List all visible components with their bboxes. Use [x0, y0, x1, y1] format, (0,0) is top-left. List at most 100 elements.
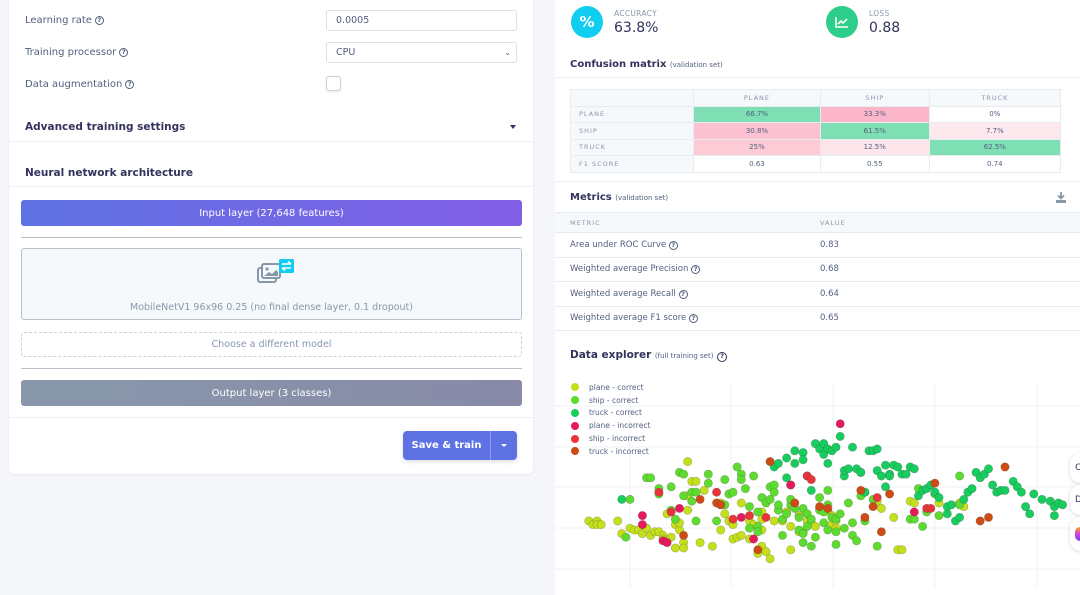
scatter-point[interactable] [728, 514, 738, 524]
scatter-point[interactable] [679, 543, 689, 553]
scatter-point[interactable] [695, 538, 705, 548]
scatter-point[interactable] [745, 502, 755, 512]
scatter-point[interactable] [773, 500, 783, 510]
scatter-point[interactable] [909, 464, 919, 474]
scatter-point[interactable] [786, 521, 796, 531]
scatter-point[interactable] [872, 444, 882, 454]
scatter-point[interactable] [856, 467, 866, 477]
scatter-point[interactable] [617, 494, 627, 504]
scatter-point[interactable] [691, 476, 701, 486]
scatter-point[interactable] [740, 484, 750, 494]
scatter-point[interactable] [679, 469, 689, 479]
scatter-point[interactable] [736, 512, 746, 522]
scatter-point[interactable] [831, 527, 841, 537]
legend-item[interactable]: truck - incorrect [571, 445, 650, 458]
scatter-point[interactable] [646, 473, 656, 483]
model-block[interactable]: MobileNetV1 96x96 0.25 (no final dense l… [21, 248, 522, 320]
legend-item[interactable]: ship - incorrect [571, 432, 650, 445]
scatter-point[interactable] [745, 511, 755, 521]
scatter-point[interactable] [934, 493, 944, 503]
scatter-point[interactable] [654, 487, 664, 497]
scatter-point[interactable] [786, 545, 796, 555]
scatter-point[interactable] [798, 455, 808, 465]
scatter-point[interactable] [769, 516, 779, 526]
training-processor-select[interactable]: CPU ⌄ [326, 42, 517, 63]
scatter-point[interactable] [1025, 509, 1035, 519]
scatter-point[interactable] [736, 530, 746, 540]
scatter-point[interactable] [765, 554, 775, 564]
scatter-point[interactable] [806, 514, 816, 524]
scatter-point[interactable] [761, 512, 771, 522]
scatter-point[interactable] [983, 464, 993, 474]
scatter-point[interactable] [753, 507, 763, 517]
scatter-point[interactable] [876, 527, 886, 537]
advanced-training-settings-toggle[interactable]: Advanced training settings [9, 111, 533, 143]
scatter-point[interactable] [749, 534, 759, 544]
scatter-point[interactable] [835, 509, 845, 519]
scatter-point[interactable] [786, 480, 796, 490]
scatter-point[interactable] [778, 530, 788, 540]
scatter-point[interactable] [831, 442, 841, 452]
data-augmentation-checkbox[interactable] [326, 76, 341, 91]
scatter-point[interactable] [831, 539, 841, 549]
scatter-point[interactable] [1000, 462, 1010, 472]
scatter-point[interactable] [856, 485, 866, 495]
help-icon[interactable]: ? [688, 314, 698, 324]
help-icon[interactable]: ? [119, 47, 129, 57]
scatter-point[interactable] [790, 498, 800, 508]
scatter-point[interactable] [823, 485, 833, 495]
scatter-point[interactable] [662, 538, 672, 548]
scatter-point[interactable] [637, 520, 647, 530]
scatter-point[interactable] [823, 458, 833, 468]
scatter-point[interactable] [666, 482, 676, 492]
scatter-point[interactable] [720, 475, 730, 485]
help-icon[interactable]: ? [717, 351, 728, 362]
scatter-point[interactable] [885, 471, 895, 481]
scatter-point[interactable] [683, 457, 693, 467]
scatter-point[interactable] [975, 516, 985, 526]
help-icon[interactable]: ? [125, 79, 135, 89]
scatter-point[interactable] [835, 419, 845, 429]
scatter-point[interactable] [806, 475, 816, 485]
help-icon[interactable]: ? [668, 240, 678, 250]
save-options-dropdown-button[interactable] [490, 431, 517, 460]
scatter-point[interactable] [839, 523, 849, 533]
scatter-point[interactable] [728, 487, 738, 497]
scatter-point[interactable] [753, 545, 763, 555]
help-icon[interactable]: ? [94, 15, 104, 25]
scatter-point[interactable] [666, 507, 676, 517]
scatter-point[interactable] [876, 503, 886, 513]
scatter-point[interactable] [847, 442, 857, 452]
scatter-point[interactable] [934, 511, 944, 521]
scatter-point[interactable] [691, 516, 701, 526]
scatter-point[interactable] [621, 532, 631, 542]
scatter-point[interactable] [835, 431, 845, 441]
scatter-point[interactable] [889, 512, 899, 522]
help-icon[interactable]: ? [678, 289, 688, 299]
scatter-point[interactable] [712, 487, 722, 497]
scatter-point[interactable] [1016, 487, 1026, 497]
scatter-point[interactable] [847, 518, 857, 528]
scatter-point[interactable] [707, 541, 717, 551]
scatter-point[interactable] [806, 485, 816, 495]
scatter-point[interactable] [872, 493, 882, 503]
scatter-point[interactable] [810, 532, 820, 542]
scatter-point[interactable] [782, 509, 792, 519]
scatter-point[interactable] [852, 536, 862, 546]
scatter-point[interactable] [736, 475, 746, 485]
scatter-point[interactable] [1037, 494, 1047, 504]
choose-different-model-button[interactable]: Choose a different model [21, 332, 522, 357]
scatter-point[interactable] [823, 525, 833, 535]
scatter-point[interactable] [749, 471, 759, 481]
scatter-point[interactable] [695, 494, 705, 504]
scatter-point[interactable] [843, 464, 853, 474]
legend-item[interactable]: plane - correct [571, 381, 650, 394]
scatter-point[interactable] [823, 503, 833, 513]
download-icon[interactable] [1056, 192, 1066, 203]
scatter-point[interactable] [703, 478, 713, 488]
scatter-point[interactable] [1058, 500, 1068, 510]
scatter-point[interactable] [790, 446, 800, 456]
scatter-point[interactable] [946, 500, 956, 510]
scatter-point[interactable] [794, 512, 804, 522]
assistant-launcher-button[interactable] [1070, 517, 1080, 551]
